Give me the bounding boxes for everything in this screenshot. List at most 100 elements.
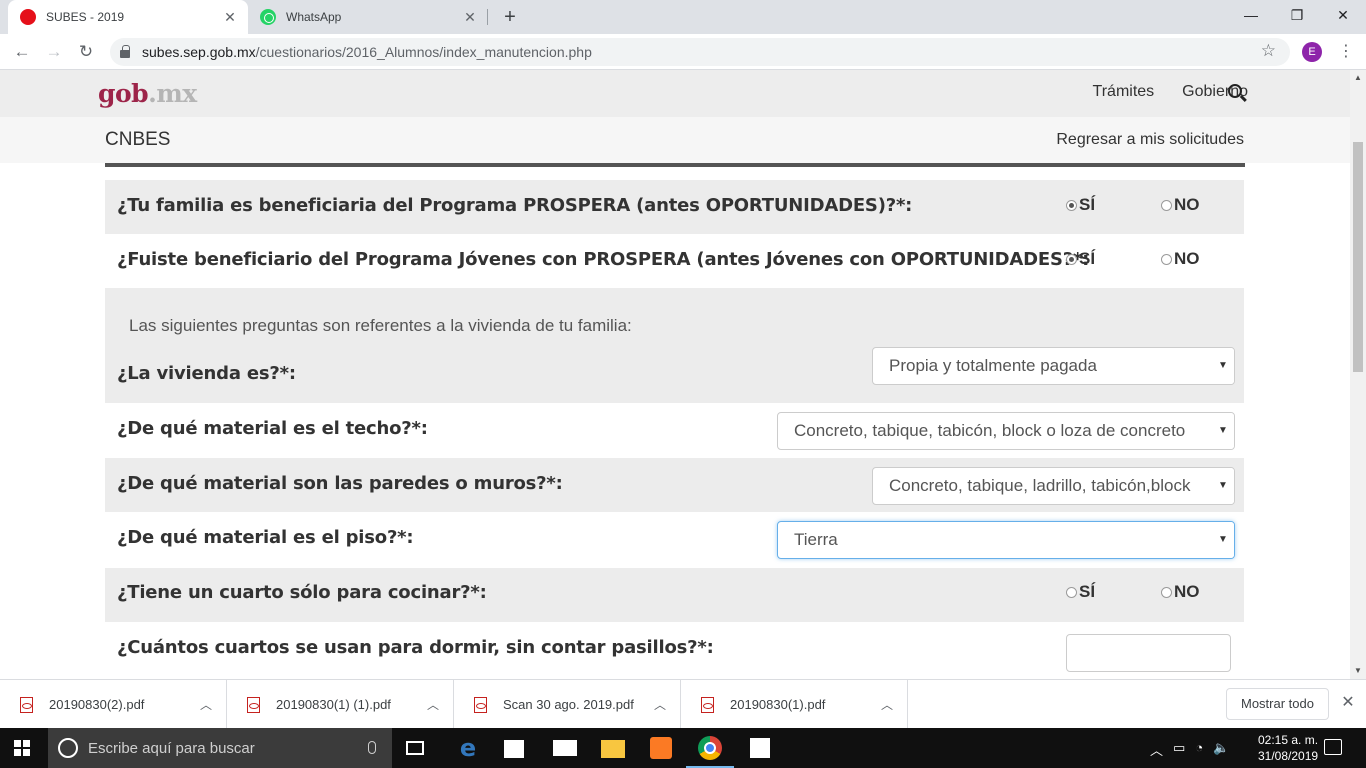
question-label: ¿De qué material es el piso?*: — [117, 527, 414, 548]
logo-main: gob — [98, 79, 149, 108]
download-item[interactable]: Scan 30 ago. 2019.pdf ︿ — [454, 680, 681, 729]
xampp-icon[interactable] — [650, 737, 672, 759]
nav-tramites[interactable]: Trámites — [1093, 83, 1155, 101]
techo-select[interactable]: Concreto, tabique, tabicón, block o loza… — [777, 412, 1235, 450]
download-item[interactable]: 20190830(1) (1).pdf ︿ — [227, 680, 454, 729]
select-value: Tierra — [794, 530, 838, 549]
close-shelf-icon[interactable]: ✕ — [1338, 692, 1358, 716]
main-nav: Trámites Gobierno — [1065, 83, 1248, 101]
search-icon[interactable] — [1228, 84, 1242, 98]
content-top-border — [105, 163, 1245, 167]
menu-dots-icon[interactable]: ⋮ — [1336, 40, 1356, 64]
store-icon[interactable] — [504, 740, 524, 758]
sticky-notes-icon[interactable] — [750, 738, 770, 758]
question-label: ¿Fuiste beneficiario del Programa Jóvene… — [117, 249, 1090, 270]
chrome-icon[interactable] — [698, 736, 722, 760]
chevron-up-icon[interactable]: ︿ — [867, 696, 907, 713]
paredes-select[interactable]: Concreto, tabique, ladrillo, tabicón,blo… — [872, 467, 1235, 505]
download-filename: 20190830(1).pdf — [730, 697, 826, 712]
cuartos-input[interactable] — [1066, 634, 1231, 672]
radio-button-checked[interactable] — [1066, 253, 1077, 265]
radio-label: NO — [1174, 195, 1200, 214]
whatsapp-favicon-icon — [260, 9, 276, 25]
scroll-thumb[interactable] — [1353, 142, 1363, 372]
action-center-icon[interactable] — [1324, 739, 1342, 755]
minimize-button[interactable]: — — [1228, 0, 1274, 30]
radio-label: SÍ — [1079, 249, 1096, 268]
system-tray: ︿ ▭ ◔ 🔈 — [1150, 740, 1229, 759]
taskbar-search[interactable]: Escribe aquí para buscar — [48, 728, 392, 768]
question-row-cuartos: ¿Cuántos cuartos se usan para dormir, si… — [105, 622, 1244, 679]
radio-button[interactable] — [1161, 199, 1172, 211]
show-hidden-icons-icon[interactable]: ︿ — [1150, 740, 1163, 759]
volume-icon[interactable]: 🔈 — [1213, 740, 1229, 759]
forward-arrow-icon[interactable]: → — [42, 40, 66, 64]
radio-no[interactable]: NO — [1161, 249, 1200, 269]
back-to-requests-link[interactable]: Regresar a mis solicitudes — [1056, 131, 1244, 149]
file-explorer-icon[interactable] — [601, 740, 625, 758]
address-bar[interactable]: subes.sep.gob.mx/cuestionarios/2016_Alum… — [110, 38, 1290, 66]
scroll-up-arrow-icon[interactable]: ▲ — [1350, 70, 1366, 86]
download-filename: Scan 30 ago. 2019.pdf — [503, 697, 634, 712]
radio-label: NO — [1174, 249, 1200, 268]
chevron-down-icon: ▼ — [1212, 348, 1234, 384]
download-item[interactable]: 20190830(1).pdf ︿ — [681, 680, 908, 729]
radio-button[interactable] — [1161, 586, 1172, 598]
tab-title: SUBES - 2019 — [46, 10, 125, 24]
windows-taskbar: Escribe aquí para buscar e ︿ ▭ ◔ 🔈 02:15… — [0, 728, 1366, 768]
url-host: subes.sep.gob.mx — [142, 44, 256, 60]
logo-suffix: .mx — [148, 79, 197, 108]
new-tab-button[interactable]: + — [498, 4, 522, 30]
reload-icon[interactable]: ↻ — [74, 40, 98, 64]
tab-strip: SUBES - 2019 ✕ WhatsApp ✕ + — ❐ ✕ — [0, 0, 1366, 34]
section-bar: CNBES Regresar a mis solicitudes — [0, 117, 1350, 163]
bookmark-star-icon[interactable]: ☆ — [1261, 41, 1276, 61]
radio-no[interactable]: NO — [1161, 582, 1200, 602]
task-view-icon[interactable] — [406, 741, 424, 755]
page-scrollbar[interactable]: ▲ ▼ — [1350, 70, 1366, 679]
housing-intro-text: Las siguientes preguntas son referentes … — [129, 316, 632, 335]
back-arrow-icon[interactable]: ← — [10, 40, 34, 64]
piso-select[interactable]: Tierra ▼ — [777, 521, 1235, 559]
scroll-down-arrow-icon[interactable]: ▼ — [1350, 663, 1366, 679]
radio-button-checked[interactable] — [1066, 199, 1077, 211]
radio-button[interactable] — [1066, 586, 1077, 598]
microphone-icon[interactable] — [368, 741, 376, 754]
radio-yes[interactable]: SÍ — [1066, 582, 1095, 602]
question-row-cocina: ¿Tiene un cuarto sólo para cocinar?*: SÍ… — [105, 568, 1244, 622]
chevron-up-icon[interactable]: ︿ — [186, 696, 226, 713]
vivienda-select[interactable]: Propia y totalmente pagada ▼ — [872, 347, 1235, 385]
windows-start-icon[interactable] — [14, 740, 30, 756]
radio-button[interactable] — [1161, 253, 1172, 265]
show-all-downloads-button[interactable]: Mostrar todo — [1226, 688, 1329, 720]
radio-no[interactable]: NO — [1161, 195, 1200, 215]
edge-browser-icon[interactable]: e — [456, 736, 480, 760]
chevron-down-icon: ▼ — [1212, 413, 1234, 449]
chevron-down-icon: ▼ — [1212, 522, 1234, 558]
gob-mx-logo[interactable]: gob.mx — [98, 79, 197, 108]
taskbar-clock[interactable]: 02:15 a. m. 31/08/2019 — [1258, 732, 1318, 764]
tab-subes[interactable]: SUBES - 2019 ✕ — [8, 0, 248, 34]
pdf-file-icon — [20, 696, 33, 713]
radio-yes[interactable]: SÍ — [1066, 249, 1095, 269]
wifi-icon[interactable]: ◔ — [1195, 740, 1203, 759]
tab-whatsapp[interactable]: WhatsApp ✕ — [248, 0, 488, 34]
pdf-file-icon — [474, 696, 487, 713]
chevron-up-icon[interactable]: ︿ — [640, 696, 680, 713]
radio-yes[interactable]: SÍ — [1066, 195, 1095, 215]
download-item[interactable]: 20190830(2).pdf ︿ — [0, 680, 227, 729]
maximize-button[interactable]: ❐ — [1274, 0, 1320, 30]
download-filename: 20190830(1) (1).pdf — [276, 697, 391, 712]
search-placeholder: Escribe aquí para buscar — [88, 739, 255, 757]
battery-icon[interactable]: ▭ — [1173, 740, 1185, 759]
close-window-button[interactable]: ✕ — [1320, 0, 1366, 30]
close-tab-icon[interactable]: ✕ — [220, 9, 240, 26]
mail-icon[interactable] — [553, 740, 577, 756]
clock-time: 02:15 a. m. — [1258, 733, 1319, 747]
chevron-up-icon[interactable]: ︿ — [413, 696, 453, 713]
download-shelf: 20190830(2).pdf ︿ 20190830(1) (1).pdf ︿ … — [0, 679, 1366, 729]
download-filename: 20190830(2).pdf — [49, 697, 145, 712]
clock-date: 31/08/2019 — [1258, 749, 1319, 763]
profile-avatar[interactable]: E — [1302, 42, 1322, 62]
close-tab-icon[interactable]: ✕ — [460, 9, 480, 26]
